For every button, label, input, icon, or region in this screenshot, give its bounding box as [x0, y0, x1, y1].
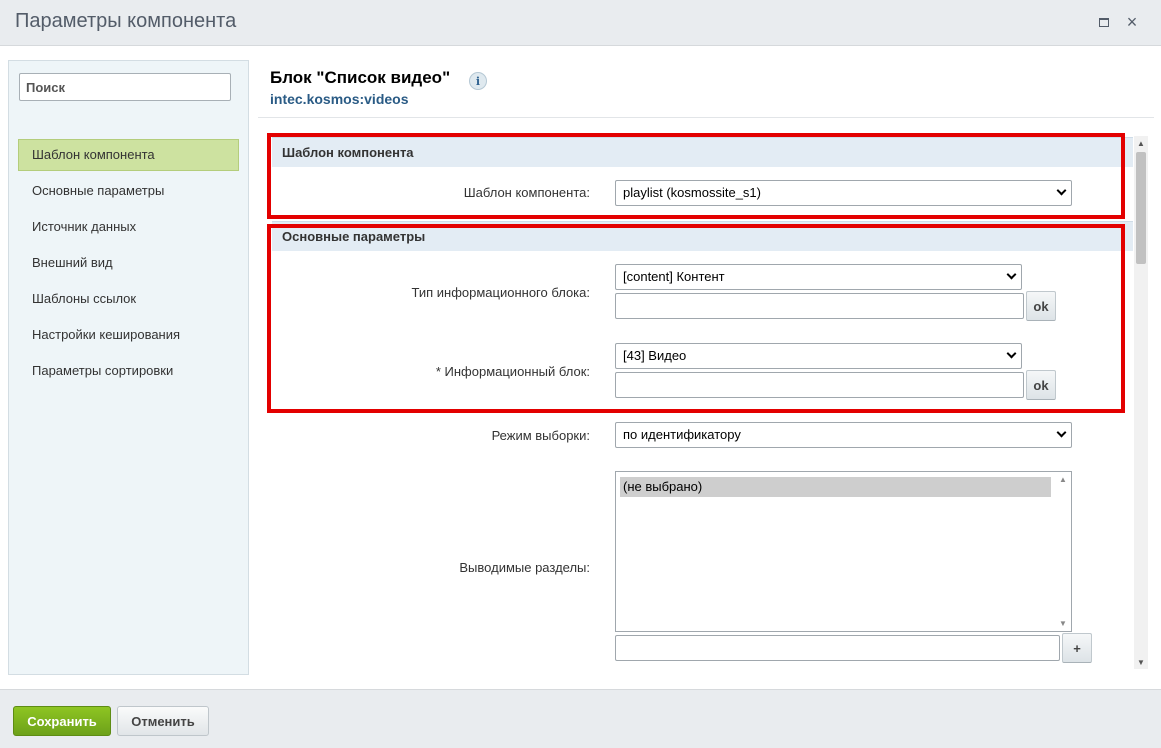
sections-listbox[interactable]: (не выбрано) ▲ ▼	[615, 471, 1072, 632]
template-select[interactable]: playlist (kosmossite_s1)	[615, 180, 1072, 206]
save-button[interactable]: Сохранить	[13, 706, 111, 736]
dialog-footer: Сохранить Отменить	[0, 689, 1161, 748]
sections-label: Выводимые разделы:	[459, 560, 590, 575]
chevron-down-icon	[1006, 348, 1017, 359]
sidebar-item-appearance[interactable]: Внешний вид	[18, 247, 239, 279]
iblock-type-input[interactable]	[615, 293, 1024, 319]
template-field-label: Шаблон компонента:	[463, 185, 590, 200]
params-content: Шаблон компонента Шаблон компонента: pla…	[266, 128, 1133, 677]
section-header-main: Основные параметры	[272, 221, 1133, 251]
scroll-down-icon[interactable]: ▼	[1059, 619, 1067, 628]
chevron-down-icon	[1056, 185, 1067, 196]
sidebar-nav: Шаблон компонента Основные параметры Ист…	[18, 139, 239, 391]
sections-input[interactable]	[615, 635, 1060, 661]
listbox-scrollbar[interactable]: ▲ ▼	[1055, 472, 1071, 631]
sidebar-item-template[interactable]: Шаблон компонента	[18, 139, 239, 171]
dialog-titlebar[interactable]: Параметры компонента ×	[0, 0, 1161, 46]
scroll-up-icon[interactable]: ▲	[1059, 475, 1067, 484]
iblock-select[interactable]: [43] Видео	[615, 343, 1022, 369]
iblock-type-label: Тип информационного блока:	[411, 285, 590, 300]
sidebar: Шаблон компонента Основные параметры Ист…	[8, 60, 249, 675]
search-input[interactable]	[19, 73, 231, 101]
iblock-ok-button[interactable]: ok	[1026, 370, 1056, 400]
dialog-title: Параметры компонента	[15, 10, 237, 32]
select-mode-select[interactable]: по идентификатору	[615, 422, 1072, 448]
content-scrollbar[interactable]: ▲ ▼	[1134, 136, 1148, 669]
template-select-value: playlist (kosmossite_s1)	[623, 185, 761, 200]
scroll-down-icon[interactable]: ▼	[1134, 655, 1148, 669]
sidebar-item-cache-settings[interactable]: Настройки кеширования	[18, 319, 239, 351]
header-divider	[258, 117, 1154, 118]
scrollbar-thumb[interactable]	[1136, 152, 1146, 264]
add-section-button[interactable]: +	[1062, 633, 1092, 663]
close-button[interactable]: ×	[1124, 11, 1140, 32]
section-header-template: Шаблон компонента	[272, 137, 1133, 167]
chevron-down-icon	[1056, 427, 1067, 438]
sidebar-item-sort-params[interactable]: Параметры сортировки	[18, 355, 239, 387]
info-icon[interactable]: i	[469, 72, 487, 90]
select-mode-label: Режим выборки:	[491, 428, 590, 443]
cancel-button[interactable]: Отменить	[117, 706, 209, 736]
sidebar-item-data-source[interactable]: Источник данных	[18, 211, 239, 243]
iblock-type-value: [content] Контент	[623, 269, 725, 284]
close-icon: ×	[1126, 11, 1138, 32]
component-title: Блок "Список видео"	[270, 68, 451, 87]
scroll-up-icon[interactable]: ▲	[1134, 136, 1148, 150]
select-mode-value: по идентификатору	[623, 427, 741, 442]
iblock-type-select[interactable]: [content] Контент	[615, 264, 1022, 290]
sidebar-item-main-params[interactable]: Основные параметры	[18, 175, 239, 207]
component-code: intec.kosmos:videos	[270, 91, 409, 107]
maximize-button[interactable]	[1096, 14, 1112, 30]
iblock-value: [43] Видео	[623, 348, 687, 363]
iblock-type-ok-button[interactable]: ok	[1026, 291, 1056, 321]
component-params-dialog: Параметры компонента × Шаблон компонента…	[0, 0, 1161, 748]
chevron-down-icon	[1006, 269, 1017, 280]
sidebar-item-link-templates[interactable]: Шаблоны ссылок	[18, 283, 239, 315]
iblock-input[interactable]	[615, 372, 1024, 398]
list-item[interactable]: (не выбрано)	[620, 477, 1051, 497]
maximize-icon	[1099, 17, 1109, 27]
iblock-label: * Информационный блок:	[435, 364, 590, 379]
